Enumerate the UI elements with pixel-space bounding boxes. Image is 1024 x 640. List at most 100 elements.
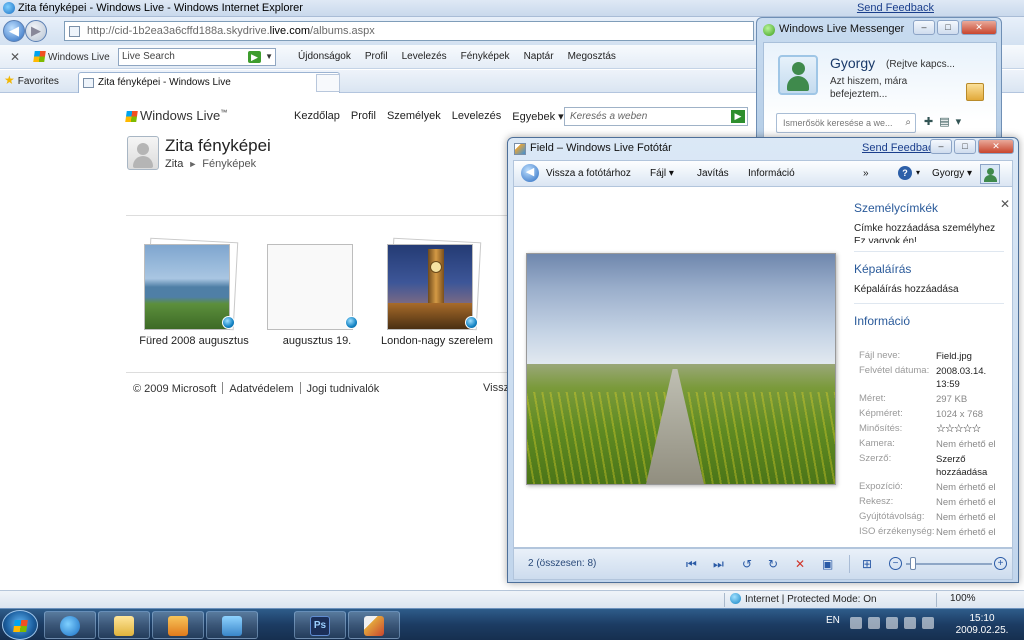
language-indicator[interactable]: EN — [826, 615, 840, 626]
send-feedback-link[interactable]: Send Feedback — [862, 142, 939, 154]
contact-search-input[interactable]: Ismerősök keresése a we... ⌕ — [776, 113, 916, 133]
fit-to-window-icon[interactable]: ⊞ — [862, 557, 872, 571]
toolbar-close-button[interactable]: ✕ — [10, 50, 20, 64]
add-contact-icon[interactable]: ✚ — [924, 115, 933, 128]
taskbar-media-player[interactable] — [152, 611, 204, 639]
toolbar-link-mail[interactable]: Levelezés — [402, 51, 447, 62]
taskbar-explorer[interactable] — [98, 611, 150, 639]
zoom-level[interactable]: 100% — [950, 593, 976, 604]
maximize-button[interactable]: □ — [937, 20, 959, 35]
add-person-tag-link[interactable]: Címke hozzáadása személyhez — [854, 223, 1004, 234]
clock[interactable]: 15:10 2009.02.25. — [952, 613, 1012, 637]
taskbar-photoshop[interactable]: Ps — [294, 611, 346, 639]
footer-legal-link[interactable]: Jogi tudnivalók — [307, 383, 380, 395]
help-dropdown-icon[interactable]: ▾ — [916, 168, 920, 177]
album-caption[interactable]: augusztus 19. — [257, 335, 377, 347]
menu-icon[interactable]: ▾ — [956, 115, 962, 128]
nav-more[interactable]: Egyebek ▾ — [512, 110, 563, 123]
previous-icon[interactable]: ⏮ — [686, 557, 697, 572]
footer-back-link[interactable]: Vissz — [483, 382, 509, 394]
avatar[interactable] — [127, 136, 159, 170]
security-zone[interactable]: Internet | Protected Mode: On — [730, 593, 877, 605]
rating-stars[interactable]: ☆☆☆☆☆ — [936, 423, 1009, 438]
rotate-left-icon[interactable]: ↺ — [742, 557, 752, 571]
forward-button[interactable]: ▶ — [25, 20, 47, 42]
user-avatar-icon[interactable] — [980, 164, 1000, 184]
toolbar-link-sharing[interactable]: Megosztás — [568, 51, 616, 62]
user-menu[interactable]: Gyorgy ▾ — [932, 168, 972, 179]
album-caption[interactable]: London-nagy szerelem — [377, 335, 497, 347]
messenger-display-name[interactable]: Gyorgy — [830, 55, 875, 71]
windows-live-logo[interactable]: Windows Live™ — [125, 108, 227, 123]
zoom-slider[interactable] — [906, 563, 992, 565]
next-icon[interactable]: ⏭ — [713, 557, 724, 572]
taskbar-messenger[interactable] — [206, 611, 258, 639]
minimize-button[interactable]: – — [913, 20, 935, 35]
search-go-icon[interactable]: ▶ — [731, 110, 745, 123]
breadcrumb-owner[interactable]: Zita — [165, 158, 183, 170]
avatar[interactable] — [778, 55, 818, 95]
messenger-personal-message[interactable]: Azt hiszem, mára befejeztem... — [830, 75, 930, 101]
nav-people[interactable]: Személyek — [387, 110, 441, 123]
album-tile[interactable]: augusztus 19. — [263, 238, 373, 348]
zoom-slider-thumb[interactable] — [910, 557, 916, 570]
file-menu[interactable]: Fájl ▾ — [650, 168, 674, 179]
nav-home[interactable]: Kezdőlap — [294, 110, 340, 123]
album-caption[interactable]: Füred 2008 augusztus — [134, 335, 254, 347]
toolbar-link-photos[interactable]: Fényképek — [461, 51, 510, 62]
back-button[interactable]: ◀ — [3, 20, 25, 42]
toolbar-link-profile[interactable]: Profil — [365, 51, 388, 62]
its-me-link[interactable]: Ez vagyok én! — [854, 236, 1004, 243]
search-go-icon[interactable]: ▶ — [248, 51, 261, 63]
toolbar-link-calendar[interactable]: Naptár — [524, 51, 554, 62]
favorites-button[interactable]: ★ Favorites — [4, 73, 59, 87]
nav-mail[interactable]: Levelezés — [452, 110, 502, 123]
close-button[interactable]: ✕ — [961, 20, 997, 35]
chevron-down-icon[interactable]: ▼ — [265, 52, 273, 61]
fix-button[interactable]: Javítás — [697, 168, 729, 179]
info-button[interactable]: Információ — [748, 168, 795, 179]
nav-profile[interactable]: Profil — [351, 110, 376, 123]
more-chevron-icon[interactable]: » — [863, 168, 869, 179]
back-to-gallery-button[interactable]: Vissza a fotótárhoz — [546, 168, 631, 179]
album-tile[interactable]: London-nagy szerelem — [381, 237, 493, 348]
tray-network-icon[interactable] — [904, 617, 916, 629]
new-tab-button[interactable] — [316, 74, 340, 92]
rotate-right-icon[interactable]: ↻ — [768, 557, 778, 571]
tray-flag-icon[interactable] — [850, 617, 862, 629]
layout-icon[interactable]: ▤ — [939, 115, 949, 128]
zoom-in-icon[interactable]: + — [994, 557, 1007, 570]
maximize-button[interactable]: □ — [954, 139, 976, 154]
footer-privacy-link[interactable]: Adatvédelem — [229, 383, 293, 395]
close-button[interactable]: ✕ — [978, 139, 1014, 154]
send-feedback-link[interactable]: Send Feedback — [857, 2, 934, 14]
start-button[interactable] — [2, 610, 38, 640]
tray-volume-icon[interactable] — [922, 617, 934, 629]
taskbar-photo-gallery[interactable] — [348, 611, 400, 639]
live-search-input[interactable]: Live Search ▶ ▼ — [118, 48, 276, 66]
web-search-input[interactable]: Keresés a weben ▶ — [564, 107, 748, 126]
album-thumbnail[interactable] — [267, 244, 353, 330]
toolbar-link-news[interactable]: Újdonságok — [298, 51, 351, 62]
notes-icon[interactable] — [966, 83, 984, 101]
delete-icon[interactable]: ✕ — [795, 557, 805, 571]
album-thumbnail[interactable] — [387, 244, 473, 330]
album-tile[interactable]: Füred 2008 augusztus — [139, 237, 250, 348]
tray-display-icon[interactable] — [886, 617, 898, 629]
windows-live-toolbar-brand[interactable]: Windows Live — [33, 51, 110, 63]
tray-messenger-icon[interactable] — [868, 617, 880, 629]
messenger-status[interactable]: (Rejtve kapcs... — [886, 59, 955, 70]
minimize-button[interactable]: – — [930, 139, 952, 154]
info-value[interactable]: Szerző hozzáadása — [936, 453, 1009, 481]
tab-active[interactable]: Zita fényképei - Windows Live — [78, 72, 340, 93]
zoom-out-icon[interactable]: − — [889, 557, 902, 570]
back-arrow-icon[interactable]: ◀ — [521, 164, 539, 182]
info-value[interactable]: Field.jpg — [936, 350, 1009, 365]
photo-preview[interactable] — [526, 253, 836, 485]
address-field[interactable]: http://cid-1b2ea3a6cffd188a.skydrive.liv… — [64, 21, 754, 41]
album-thumbnail[interactable] — [144, 244, 230, 330]
taskbar-ie[interactable] — [44, 611, 96, 639]
add-caption-link[interactable]: Képaláírás hozzáadása — [854, 284, 1004, 295]
slideshow-icon[interactable]: ▣ — [822, 557, 833, 571]
info-value[interactable]: 2008.03.14. 13:59 — [936, 365, 1009, 393]
